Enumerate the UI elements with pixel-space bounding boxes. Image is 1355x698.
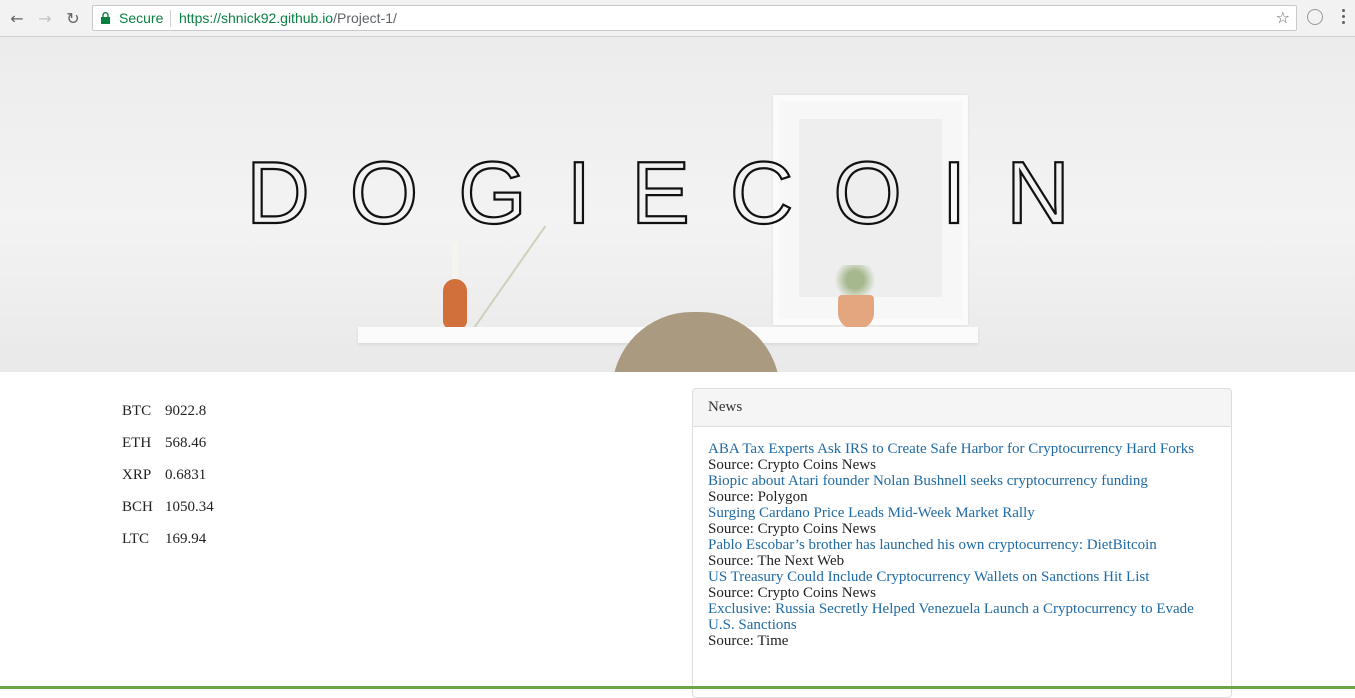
price-row: BCH 1050.34	[122, 496, 214, 528]
news-link[interactable]: Biopic about Atari founder Nolan Bushnel…	[708, 473, 1216, 489]
address-bar[interactable]: Secure https://shnick92.github.io/Projec…	[92, 5, 1297, 31]
url-path: /Project-1/	[333, 10, 397, 26]
news-list: ABA Tax Experts Ask IRS to Create Safe H…	[693, 427, 1231, 649]
price-row: ETH 568.46	[122, 432, 214, 464]
coin-symbol: BTC	[122, 403, 152, 419]
news-item: US Treasury Could Include Cryptocurrency…	[708, 569, 1216, 601]
news-link[interactable]: ABA Tax Experts Ask IRS to Create Safe H…	[708, 441, 1216, 457]
news-link[interactable]: US Treasury Could Include Cryptocurrency…	[708, 569, 1216, 585]
browser-menu-icon[interactable]	[1342, 9, 1346, 27]
news-source: Source: The Next Web	[708, 553, 845, 569]
news-source: Source: Crypto Coins News	[708, 585, 876, 601]
news-source: Source: Crypto Coins News	[708, 521, 876, 537]
url-host: https://shnick92.github.io	[179, 10, 334, 26]
coin-symbol: XRP	[122, 467, 152, 483]
browser-toolbar: ← → ↻ Secure https://shnick92.github.io/…	[0, 0, 1355, 37]
extension-icon[interactable]	[1307, 9, 1323, 25]
candle	[452, 242, 458, 280]
hero-banner: DOGIECOIN	[0, 37, 1355, 372]
copper-pot	[838, 295, 874, 329]
site-logo: DOGIECOIN	[0, 148, 1355, 238]
coin-price: 1050.34	[165, 499, 214, 515]
candle-holder	[443, 279, 467, 329]
address-divider	[170, 10, 171, 27]
news-source: Source: Polygon	[708, 489, 808, 505]
coin-price: 568.46	[165, 435, 207, 451]
coin-price: 0.6831	[165, 467, 207, 483]
news-item: Pablo Escobar’s brother has launched his…	[708, 537, 1216, 569]
news-link[interactable]: Surging Cardano Price Leads Mid-Week Mar…	[708, 505, 1216, 521]
news-heading: News	[693, 389, 1231, 427]
reload-icon[interactable]: ↻	[62, 7, 84, 29]
news-item: Biopic about Atari founder Nolan Bushnel…	[708, 473, 1216, 505]
url-text[interactable]: https://shnick92.github.io/Project-1/	[179, 10, 397, 26]
chair	[612, 312, 780, 372]
lock-icon	[101, 12, 110, 24]
coin-symbol: ETH	[122, 435, 152, 451]
news-link[interactable]: Pablo Escobar’s brother has launched his…	[708, 537, 1216, 553]
coin-price: 9022.8	[165, 403, 207, 419]
news-source: Source: Crypto Coins News	[708, 457, 876, 473]
logo-title: DOGIECOIN	[246, 148, 1110, 238]
news-item: Exclusive: Russia Secretly Helped Venezu…	[708, 601, 1216, 649]
coin-symbol: LTC	[122, 531, 149, 547]
price-list: BTC 9022.8 ETH 568.46 XRP 0.6831 BCH 105…	[122, 400, 214, 560]
forward-arrow-icon[interactable]: →	[34, 7, 56, 29]
coin-price: 169.94	[165, 531, 207, 547]
secure-label: Secure	[119, 10, 164, 26]
news-source: Source: Time	[708, 633, 789, 649]
news-item: ABA Tax Experts Ask IRS to Create Safe H…	[708, 441, 1216, 473]
eucalyptus-branch	[470, 225, 612, 372]
news-panel: News ABA Tax Experts Ask IRS to Create S…	[692, 388, 1232, 698]
price-row: LTC 169.94	[122, 528, 214, 560]
coin-symbol: BCH	[122, 499, 153, 515]
plant	[830, 265, 880, 295]
back-arrow-icon[interactable]: ←	[6, 7, 28, 29]
news-item: Surging Cardano Price Leads Mid-Week Mar…	[708, 505, 1216, 537]
news-link[interactable]: Exclusive: Russia Secretly Helped Venezu…	[708, 601, 1216, 633]
price-row: XRP 0.6831	[122, 464, 214, 496]
bookmark-star-icon[interactable]: ☆	[1276, 8, 1290, 27]
price-row: BTC 9022.8	[122, 400, 214, 432]
